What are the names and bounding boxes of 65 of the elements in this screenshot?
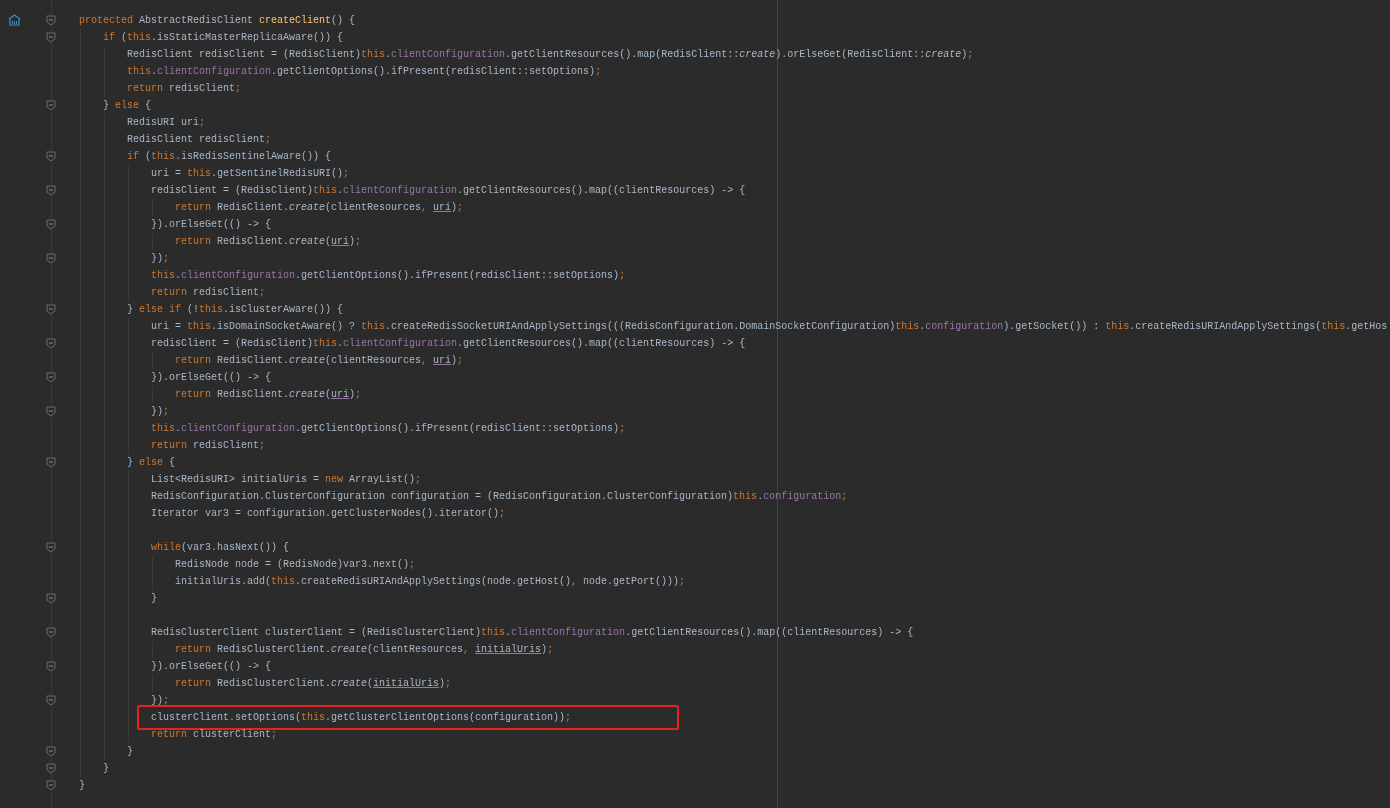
- building-icon[interactable]: [8, 14, 21, 26]
- code-line: while(var3.hasNext()) {: [151, 541, 290, 555]
- fold-marker-icon[interactable]: [46, 304, 56, 315]
- code-line: });: [151, 252, 170, 266]
- code-line: if (this.isStaticMasterReplicaAware()) {: [103, 31, 344, 45]
- code-line: }: [127, 745, 133, 759]
- code-line: }: [103, 762, 109, 776]
- fold-marker-icon[interactable]: [46, 695, 56, 706]
- code-line: RedisConfiguration.ClusterConfiguration configuration = (RedisConfiguration.ClusterConfiguration)this.configuration;: [151, 490, 848, 504]
- code-line: RedisClient redisClient;: [127, 133, 272, 147]
- code-line: return redisClient;: [151, 439, 266, 453]
- fold-marker-icon[interactable]: [46, 593, 56, 604]
- code-line: }).orElseGet(() -> {: [151, 371, 272, 385]
- code-line: this.clientConfiguration.getClientOptions().ifPresent(redisClient::setOptions);: [151, 422, 626, 436]
- fold-marker-icon[interactable]: [46, 627, 56, 638]
- code-line: clusterClient.setOptions(this.getClusterClientOptions(configuration));: [151, 711, 572, 725]
- fold-marker-icon[interactable]: [46, 746, 56, 757]
- code-line: });: [151, 405, 170, 419]
- code-line: return RedisClusterClient.create(initialUris);: [175, 677, 452, 691]
- code-line: initialUris.add(this.createRedisURIAndApplySettings(node.getHost(), node.getPort()));: [175, 575, 686, 589]
- code-line: RedisURI uri;: [127, 116, 206, 130]
- code-line: return RedisClient.create(uri);: [175, 388, 362, 402]
- fold-marker-icon[interactable]: [46, 457, 56, 468]
- fold-marker-icon[interactable]: [46, 185, 56, 196]
- code-line: }: [79, 779, 85, 793]
- code-line: } else {: [127, 456, 176, 470]
- fold-marker-icon[interactable]: [46, 219, 56, 230]
- code-line: }).orElseGet(() -> {: [151, 218, 272, 232]
- code-line: }: [151, 592, 157, 606]
- code-line: return clusterClient;: [151, 728, 278, 742]
- fold-marker-icon[interactable]: [46, 15, 56, 26]
- code-line: this.clientConfiguration.getClientOptions().ifPresent(redisClient::setOptions);: [151, 269, 626, 283]
- code-line: return RedisClusterClient.create(clientResources, initialUris);: [175, 643, 554, 657]
- code-line: return redisClient;: [151, 286, 266, 300]
- code-line: } else if (!this.isClusterAware()) {: [127, 303, 344, 317]
- fold-marker-icon[interactable]: [46, 151, 56, 162]
- code-line: uri = this.getSentinelRedisURI();: [151, 167, 350, 181]
- code-line: RedisClient redisClient = (RedisClient)this.clientConfiguration.getClientResources().map(RedisClient::create).orElseGet(RedisClient::create);: [127, 48, 974, 62]
- code-line: List<RedisURI> initialUris = new ArrayList();: [151, 473, 422, 487]
- code-line: }).orElseGet(() -> {: [151, 660, 272, 674]
- fold-marker-icon[interactable]: [46, 32, 56, 43]
- code-line: protected AbstractRedisClient createClient() {: [79, 14, 356, 28]
- fold-marker-icon[interactable]: [46, 763, 56, 774]
- code-line: uri = this.isDomainSocketAware() ? this.createRedisSocketURIAndApplySettings(((RedisConfiguration.DomainSocketConfiguration)this.configuration).getSocket()) : this.createRedisURIAndApplySettings(this.getHos: [151, 320, 1388, 334]
- code-line: });: [151, 694, 170, 708]
- code-line: if (this.isRedisSentinelAware()) {: [127, 150, 332, 164]
- code-line: return RedisClient.create(clientResources, uri);: [175, 201, 464, 215]
- code-line: } else {: [103, 99, 152, 113]
- fold-marker-icon[interactable]: [46, 542, 56, 553]
- fold-marker-icon[interactable]: [46, 406, 56, 417]
- fold-marker-icon[interactable]: [46, 372, 56, 383]
- code-line: return redisClient;: [127, 82, 242, 96]
- fold-marker-icon[interactable]: [46, 253, 56, 264]
- fold-marker-icon[interactable]: [46, 661, 56, 672]
- code-line: redisClient = (RedisClient)this.clientConfiguration.getClientResources().map((clientResources) -> {: [151, 184, 746, 198]
- code-line: RedisClusterClient clusterClient = (RedisClusterClient)this.clientConfiguration.getClientResources().map((clientResources) -> {: [151, 626, 914, 640]
- fold-marker-icon[interactable]: [46, 338, 56, 349]
- code-line: redisClient = (RedisClient)this.clientConfiguration.getClientResources().map((clientResources) -> {: [151, 337, 746, 351]
- code-line: RedisNode node = (RedisNode)var3.next();: [175, 558, 416, 572]
- fold-marker-icon[interactable]: [46, 780, 56, 791]
- code-line: Iterator var3 = configuration.getClusterNodes().iterator();: [151, 507, 506, 521]
- fold-marker-icon[interactable]: [46, 100, 56, 111]
- code-line: return RedisClient.create(clientResources, uri);: [175, 354, 464, 368]
- code-line: this.clientConfiguration.getClientOptions().ifPresent(redisClient::setOptions);: [127, 65, 602, 79]
- code-line: return RedisClient.create(uri);: [175, 235, 362, 249]
